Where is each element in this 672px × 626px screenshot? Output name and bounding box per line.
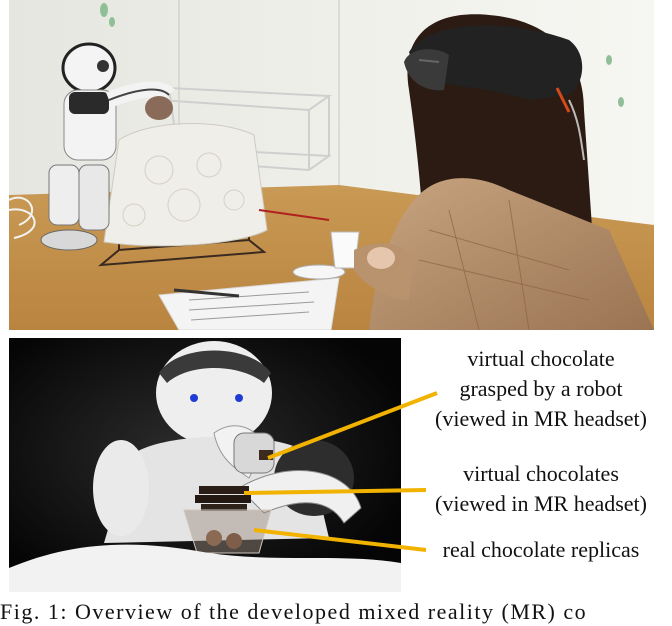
annotation-1-line-1: virtual chocolate (467, 346, 615, 371)
annotation-virtual-chocolates: virtual chocolates (viewed in MR headset… (412, 459, 670, 519)
annotation-real-chocolate-replicas: real chocolate replicas (412, 535, 670, 565)
annotation-3-line-1: real chocolate replicas (442, 537, 640, 562)
annotation-2-line-2: (viewed in MR headset) (435, 491, 647, 516)
annotation-1-line-2: grasped by a robot (459, 376, 623, 401)
figure-caption: Fig. 1: Overview of the developed mixed … (0, 599, 588, 624)
photo-robot-and-user (9, 0, 654, 330)
photo-mr-headset-view (9, 338, 401, 592)
annotation-2-line-1: virtual chocolates (463, 461, 619, 486)
annotation-1-line-3: (viewed in MR headset) (435, 406, 647, 431)
annotation-virtual-chocolate-grasped: virtual chocolate grasped by a robot (vi… (412, 344, 670, 434)
